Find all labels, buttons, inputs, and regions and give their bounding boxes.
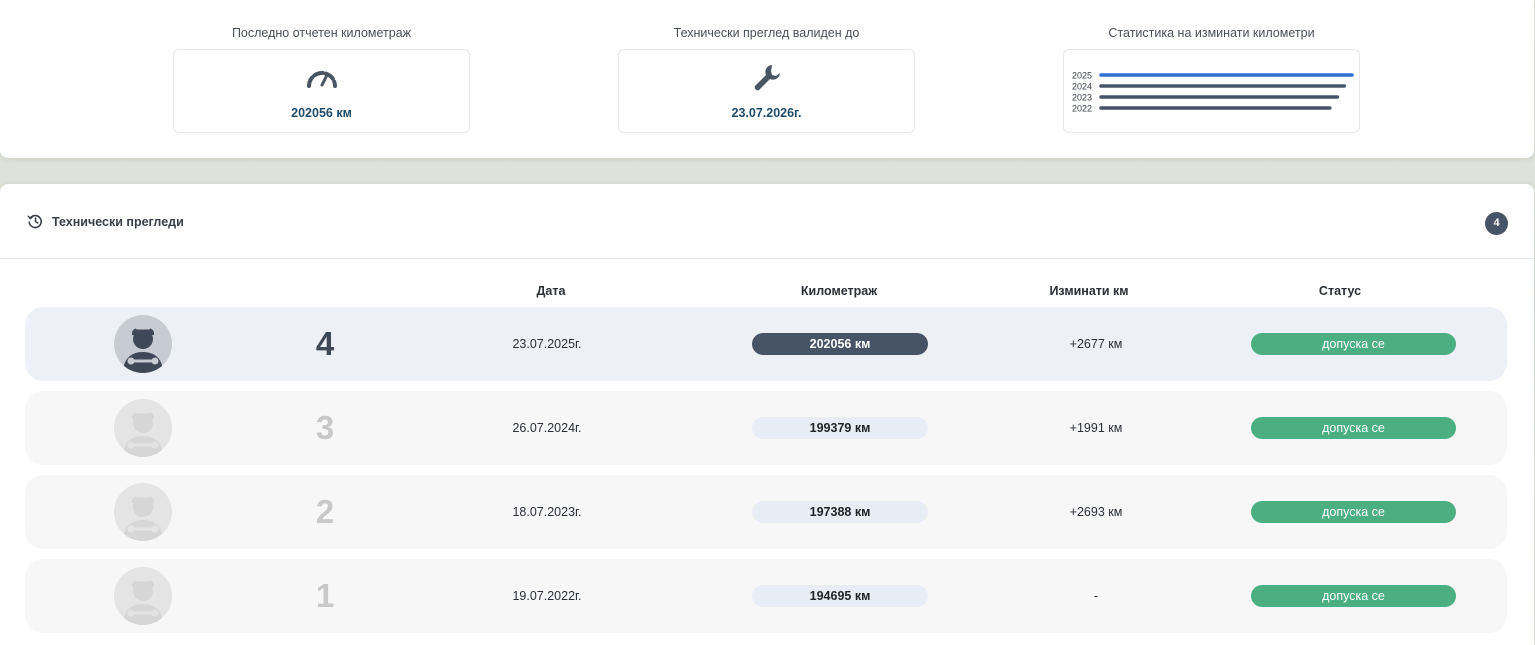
inspection-date: 26.07.2024г.: [512, 421, 582, 435]
mechanic-avatar-icon: [114, 483, 172, 541]
column-header-status[interactable]: Статус: [1319, 284, 1361, 298]
inspections-header: Технически прегледи 4: [0, 184, 1534, 259]
history-icon: [27, 213, 43, 234]
inspection-row[interactable]: 3 26.07.2024г. 199379 км +1991 км допуск…: [25, 391, 1507, 465]
inspection-valid-value: 23.07.2026г.: [731, 106, 802, 120]
column-header-mileage[interactable]: Километраж: [801, 284, 877, 298]
inspection-number-text: 1: [315, 577, 335, 614]
inspection-number-text: 4: [315, 325, 335, 362]
last-mileage-label: Последно отчетен километраж: [231, 26, 412, 40]
inspection-distance-diff: +2693 км: [1069, 505, 1123, 519]
chart-tick-label: 2022: [1072, 104, 1092, 114]
inspection-number-text: 2: [315, 493, 335, 530]
inspection-valid-box: 23.07.2026г.: [618, 49, 915, 133]
inspection-distance-diff: +2677 км: [1069, 337, 1123, 351]
inspection-distance-diff: +1991 км: [1069, 421, 1123, 435]
inspection-mileage: 202056 км: [752, 333, 928, 355]
inspection-mileage: 199379 км: [752, 417, 928, 439]
inspection-distance-diff: -: [1093, 589, 1099, 603]
page: Последно отчетен километраж 202056 км Те…: [0, 0, 1535, 645]
inspection-number-text: 3: [315, 409, 335, 446]
inspection-mileage: 194695 км: [752, 585, 928, 607]
mechanic-avatar-icon: [114, 315, 172, 373]
wrench-icon: [750, 62, 784, 101]
inspection-valid-label: Технически преглед валиден до: [673, 26, 860, 40]
inspection-row[interactable]: 2 18.07.2023г. 197388 км +2693 км допуск…: [25, 475, 1507, 549]
column-header-diff[interactable]: Изминати км: [1049, 284, 1128, 298]
mechanic-avatar-icon: [114, 399, 172, 457]
mileage-bar-chart: 2025202420232022: [1072, 71, 1354, 114]
inspection-date: 19.07.2022г.: [512, 589, 582, 603]
chart-tick-label: 2025: [1072, 71, 1092, 81]
inspection-status-badge: допуска се: [1251, 333, 1456, 355]
chart-tick-label: 2024: [1072, 82, 1092, 92]
last-mileage-value: 202056 км: [291, 106, 352, 120]
mileage-stats-chart: 2025 2024 2023 2022: [1063, 49, 1360, 133]
inspection-status-badge: допуска се: [1251, 417, 1456, 439]
inspection-mileage: 197388 км: [752, 501, 928, 523]
chart-tick-label: 2023: [1072, 93, 1092, 103]
inspection-row[interactable]: 1 19.07.2022г. 194695 км - допуска се: [25, 559, 1507, 633]
column-header-date[interactable]: Дата: [537, 284, 566, 298]
inspections-count-badge: 4: [1485, 212, 1508, 235]
last-mileage-box: 202056 км: [173, 49, 470, 133]
inspection-status-badge: допуска се: [1251, 501, 1456, 523]
inspections-title: Технически прегледи: [52, 215, 184, 229]
speedometer-icon: [305, 64, 339, 95]
summary-card: Последно отчетен километраж 202056 км Те…: [0, 0, 1534, 158]
inspection-row[interactable]: 4 23.07.2025г. 202056 км +2677 км допуск…: [25, 307, 1507, 381]
inspection-date: 23.07.2025г.: [512, 337, 582, 351]
inspections-card: Технически прегледи 4 Дата Километраж Из…: [0, 184, 1534, 645]
mileage-stats-label: Статистика на изминати километри: [1108, 26, 1315, 40]
inspection-status-badge: допуска се: [1251, 585, 1456, 607]
inspection-date: 18.07.2023г.: [512, 505, 582, 519]
mechanic-avatar-icon: [114, 567, 172, 625]
